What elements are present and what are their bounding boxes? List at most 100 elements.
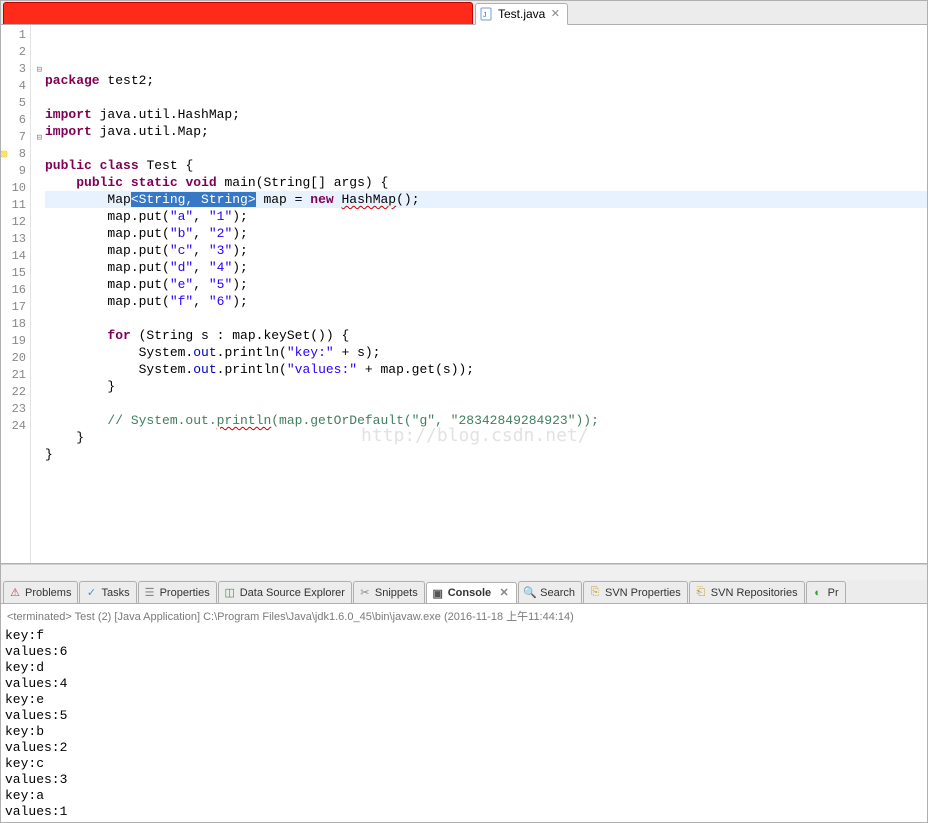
line-number: 7 — [1, 129, 30, 146]
console-line: key:b — [5, 724, 923, 740]
console-line: key:e — [5, 692, 923, 708]
tab-label: Snippets — [375, 587, 418, 599]
code-line[interactable]: map.put("d", "4"); — [45, 259, 927, 276]
line-number: 2 — [1, 44, 30, 61]
code-line[interactable] — [45, 140, 927, 157]
console-line: values:6 — [5, 644, 923, 660]
tab-svnprops[interactable]: ⎘SVN Properties — [583, 581, 688, 603]
code-line[interactable]: package test2; — [45, 72, 927, 89]
line-number: 20 — [1, 350, 30, 367]
code-line[interactable]: Map<String, String> map = new HashMap(); — [45, 191, 927, 208]
console-line: values:1 — [5, 804, 923, 820]
code-line[interactable]: } — [45, 378, 927, 395]
tab-label: SVN Repositories — [711, 587, 798, 599]
line-number-gutter: 123456789101112131415161718192021222324 — [1, 25, 31, 563]
tab-tasks[interactable]: ✓Tasks — [79, 581, 136, 603]
code-line[interactable]: // System.out.println(map.getOrDefault("… — [45, 412, 927, 429]
console-header: <terminated> Test (2) [Java Application]… — [5, 606, 923, 628]
code-line[interactable]: import java.util.HashMap; — [45, 106, 927, 123]
console-line: values:4 — [5, 676, 923, 692]
code-line[interactable] — [45, 463, 927, 480]
views-tabbar: ⚠Problems✓Tasks☰Properties◫Data Source E… — [1, 580, 927, 604]
console-line: values:2 — [5, 740, 923, 756]
tab-label: Search — [540, 587, 575, 599]
tab-snippets[interactable]: ✂Snippets — [353, 581, 425, 603]
tab-search[interactable]: 🔍Search — [518, 581, 582, 603]
line-number: 8 — [1, 146, 30, 163]
datasource-icon: ◫ — [223, 586, 237, 600]
line-number: 9 — [1, 163, 30, 180]
line-number: 1 — [1, 27, 30, 44]
line-number: 14 — [1, 248, 30, 265]
line-number: 12 — [1, 214, 30, 231]
code-line[interactable]: for (String s : map.keySet()) { — [45, 327, 927, 344]
console-output[interactable]: key:fvalues:6key:dvalues:4key:evalues:5k… — [5, 628, 923, 820]
console-line: key:f — [5, 628, 923, 644]
code-line[interactable]: public static void main(String[] args) { — [45, 174, 927, 191]
line-number: 15 — [1, 265, 30, 282]
code-area[interactable]: http://blog.csdn.net/ package test2; imp… — [31, 25, 927, 563]
editor-tab-active[interactable]: J Test.java ✕ — [475, 3, 568, 25]
line-number: 17 — [1, 299, 30, 316]
line-number: 5 — [1, 95, 30, 112]
code-line[interactable]: } — [45, 446, 927, 463]
line-number: 11 — [1, 197, 30, 214]
line-number: 24 — [1, 418, 30, 435]
tab-console[interactable]: ▣Console ✕ — [426, 582, 517, 604]
console-view: <terminated> Test (2) [Java Application]… — [1, 604, 927, 822]
code-line[interactable]: } — [45, 429, 927, 446]
tab-label: Console — [448, 587, 491, 599]
editor-tabbar: J Test.java ✕ — [1, 1, 927, 25]
console-line: values:3 — [5, 772, 923, 788]
editor-tab-filename: Test.java — [498, 7, 545, 21]
svnprops-icon: ⎘ — [588, 586, 602, 600]
line-number: 6 — [1, 112, 30, 129]
svg-text:J: J — [483, 12, 487, 19]
line-number: 19 — [1, 333, 30, 350]
code-line[interactable] — [45, 310, 927, 327]
editor-tab-redacted[interactable] — [3, 2, 473, 24]
code-line[interactable]: public class Test { — [45, 157, 927, 174]
line-number: 13 — [1, 231, 30, 248]
tab-svnrepos[interactable]: ⎗SVN Repositories — [689, 581, 805, 603]
progress-icon: ◐ — [811, 586, 825, 600]
code-line[interactable]: System.out.println("values:" + map.get(s… — [45, 361, 927, 378]
code-line[interactable]: map.put("e", "5"); — [45, 276, 927, 293]
code-line[interactable]: map.put("a", "1"); — [45, 208, 927, 225]
tab-datasource[interactable]: ◫Data Source Explorer — [218, 581, 352, 603]
search-icon: 🔍 — [523, 586, 537, 600]
tab-label: Pr — [828, 587, 839, 599]
code-editor[interactable]: 123456789101112131415161718192021222324 … — [1, 25, 927, 564]
code-line[interactable]: import java.util.Map; — [45, 123, 927, 140]
tab-label: Properties — [160, 587, 210, 599]
code-line[interactable] — [45, 395, 927, 412]
line-number: 18 — [1, 316, 30, 333]
line-number: 16 — [1, 282, 30, 299]
console-line: key:c — [5, 756, 923, 772]
console-line: key:a — [5, 788, 923, 804]
tasks-icon: ✓ — [84, 586, 98, 600]
snippets-icon: ✂ — [358, 586, 372, 600]
code-line[interactable]: System.out.println("key:" + s); — [45, 344, 927, 361]
line-number: 4 — [1, 78, 30, 95]
tab-progress[interactable]: ◐Pr — [806, 581, 846, 603]
code-line[interactable] — [45, 89, 927, 106]
code-line[interactable]: map.put("f", "6"); — [45, 293, 927, 310]
tab-label: SVN Properties — [605, 587, 681, 599]
java-file-icon: J — [480, 7, 494, 21]
close-icon[interactable]: ✕ — [498, 587, 510, 599]
line-number: 22 — [1, 384, 30, 401]
console-icon: ▣ — [431, 586, 445, 600]
line-number: 3 — [1, 61, 30, 78]
editor-scrollbar[interactable] — [1, 564, 927, 580]
code-line[interactable]: map.put("b", "2"); — [45, 225, 927, 242]
console-line: values:5 — [5, 708, 923, 724]
svnrepos-icon: ⎗ — [694, 586, 708, 600]
tab-problems[interactable]: ⚠Problems — [3, 581, 78, 603]
tab-label: Problems — [25, 587, 71, 599]
tab-properties[interactable]: ☰Properties — [138, 581, 217, 603]
code-line[interactable]: map.put("c", "3"); — [45, 242, 927, 259]
properties-icon: ☰ — [143, 586, 157, 600]
line-number: 10 — [1, 180, 30, 197]
close-icon[interactable]: ✕ — [549, 8, 561, 20]
